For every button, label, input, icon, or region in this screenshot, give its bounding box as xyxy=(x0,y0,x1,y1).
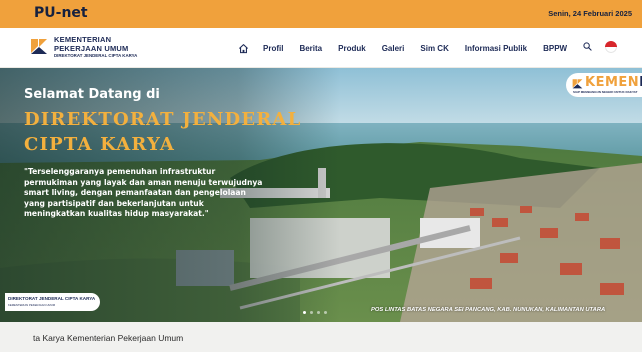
news-ticker-text[interactable]: ta Karya Kementerian Pekerjaan Umum xyxy=(33,333,183,343)
home-icon[interactable] xyxy=(238,43,249,54)
hero-title: DIREKTORAT JENDERAL CIPTA KARYA xyxy=(24,107,301,157)
ditjen-ck-badge: DIREKTORAT JENDERAL CIPTA KARYA KEMENTER… xyxy=(5,293,100,311)
kemenpu-badge: KEMENPU SIAP MEMBANGUN NEGERI UNTUK RAKY… xyxy=(566,73,642,97)
pu-net-link[interactable]: PU-net xyxy=(34,5,88,21)
nav-informasi-publik[interactable]: Informasi Publik xyxy=(465,44,527,53)
nav-sim-ck[interactable]: Sim CK xyxy=(420,44,448,53)
badge-left-line-2: KEMENTERIAN PEKERJAAN UMUM xyxy=(8,303,56,307)
logo-line-2: PEKERJAAN UMUM xyxy=(54,43,129,53)
main-navbar: KEMENTERIAN PEKERJAAN UMUM DIREKTORAT JE… xyxy=(0,28,642,68)
carousel-indicators xyxy=(303,311,327,314)
language-flag-icon[interactable] xyxy=(605,41,617,53)
logo-line-3: DIREKTORAT JENDERAL CIPTA KARYA xyxy=(54,53,138,58)
top-bar: PU-net Senin, 24 Februari 2025 xyxy=(0,0,642,28)
logo-line-1: KEMENTERIAN xyxy=(54,35,112,44)
hero-title-line-2: CIPTA KARYA xyxy=(24,134,176,155)
carousel-dot-4[interactable] xyxy=(324,311,327,314)
hero-title-line-1: DIREKTORAT JENDERAL xyxy=(24,109,302,130)
kemenpu-tagline: SIAP MEMBANGUN NEGERI UNTUK RAKYAT xyxy=(573,90,638,94)
hero-banner[interactable]: Selamat Datang di DIREKTORAT JENDERAL CI… xyxy=(0,68,642,322)
nav-produk[interactable]: Produk xyxy=(338,44,366,53)
nav-profil[interactable]: Profil xyxy=(263,44,283,53)
carousel-dot-1[interactable] xyxy=(303,311,306,314)
nav-berita[interactable]: Berita xyxy=(299,44,322,53)
hero-vision-quote: "Terselenggaranya pemenuhan infrastruktu… xyxy=(24,167,263,218)
search-icon[interactable] xyxy=(583,42,592,51)
carousel-dot-3[interactable] xyxy=(317,311,320,314)
current-date: Senin, 24 Februari 2025 xyxy=(548,9,632,18)
kementerian-pu-logo-icon[interactable] xyxy=(30,37,48,55)
carousel-dot-2[interactable] xyxy=(310,311,313,314)
news-ticker-bar: ta Karya Kementerian Pekerjaan Umum xyxy=(0,322,642,352)
badge-left-line-1: DIREKTORAT JENDERAL CIPTA KARYA xyxy=(8,296,96,301)
site-logo-text[interactable]: KEMENTERIAN PEKERJAAN UMUM DIREKTORAT JE… xyxy=(54,36,137,58)
hero-photo-caption: POS LINTAS BATAS NEGARA SEI PANCANG, KAB… xyxy=(371,307,606,313)
nav-menu: Profil Berita Produk Galeri Sim CK Infor… xyxy=(238,28,567,68)
nav-bppw[interactable]: BPPW xyxy=(543,44,567,53)
hero-welcome: Selamat Datang di xyxy=(24,87,160,102)
kemenpu-logo-icon xyxy=(572,79,583,89)
nav-galeri[interactable]: Galeri xyxy=(382,44,405,53)
kemenpu-wordmark: KEMENPU xyxy=(585,75,642,90)
page: PU-net Senin, 24 Februari 2025 KEMENTERI… xyxy=(0,0,642,352)
kemenpu-wordmark-a: KEMEN xyxy=(585,75,640,90)
